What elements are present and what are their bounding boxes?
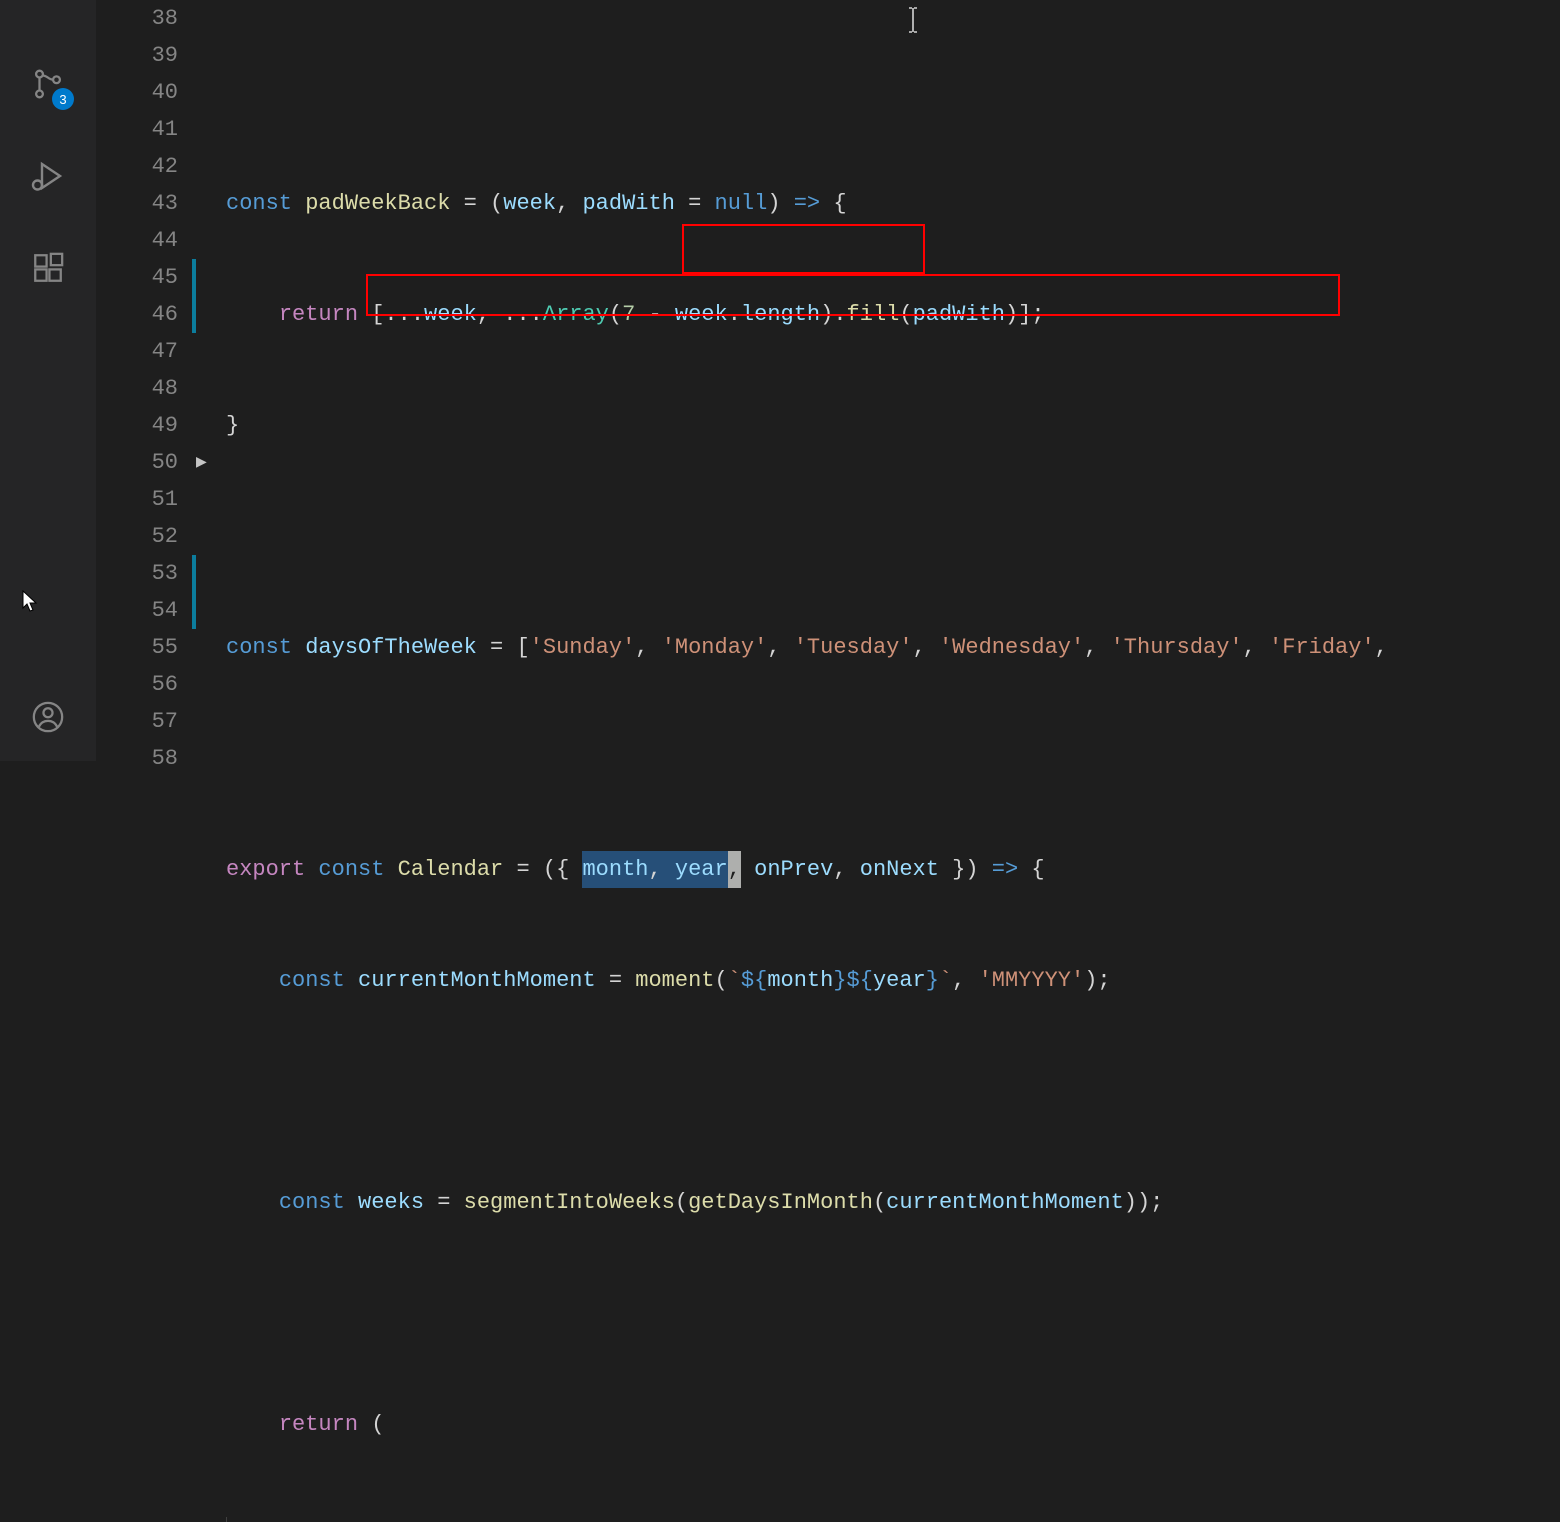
line-number: 49 xyxy=(96,407,178,444)
line-number: 58 xyxy=(96,740,178,777)
line-number: 54 xyxy=(96,592,178,629)
line-number: 47 xyxy=(96,333,178,370)
line-number: 39 xyxy=(96,37,178,74)
line-number: 45 xyxy=(96,259,178,296)
scm-badge: 3 xyxy=(52,88,74,110)
activity-bar: 3 xyxy=(0,0,96,761)
line-number: 41 xyxy=(96,111,178,148)
line-number: 52 xyxy=(96,518,178,555)
line-number: 40 xyxy=(96,74,178,111)
extensions-icon[interactable] xyxy=(24,244,72,292)
line-number: 38 xyxy=(96,0,178,37)
line-number: 46 xyxy=(96,296,178,333)
code-editor[interactable]: 38 39 40 41 42 43 44 45 46 47 48 49 50 5… xyxy=(96,0,1560,761)
source-control-icon[interactable]: 3 xyxy=(24,60,72,108)
line-number: 44 xyxy=(96,222,178,259)
line-number: 55 xyxy=(96,629,178,666)
line-number-gutter: 38 39 40 41 42 43 44 45 46 47 48 49 50 5… xyxy=(96,0,196,761)
code-content[interactable]: const padWeekBack = (week, padWith = nul… xyxy=(226,0,1560,1522)
line-number: 51 xyxy=(96,481,178,518)
line-number: 42 xyxy=(96,148,178,185)
line-number: 48 xyxy=(96,370,178,407)
line-number: 57 xyxy=(96,703,178,740)
diff-change-marker xyxy=(192,259,196,333)
diff-change-marker xyxy=(192,555,196,629)
text-cursor-block: , xyxy=(728,851,741,888)
fold-arrow-icon[interactable]: ▶ xyxy=(196,454,207,471)
run-debug-icon[interactable] xyxy=(24,152,72,200)
line-number: 56 xyxy=(96,666,178,703)
accounts-icon[interactable] xyxy=(24,693,72,741)
line-number: 53 xyxy=(96,555,178,592)
line-number: 43 xyxy=(96,185,178,222)
line-number: 50 xyxy=(96,444,178,481)
